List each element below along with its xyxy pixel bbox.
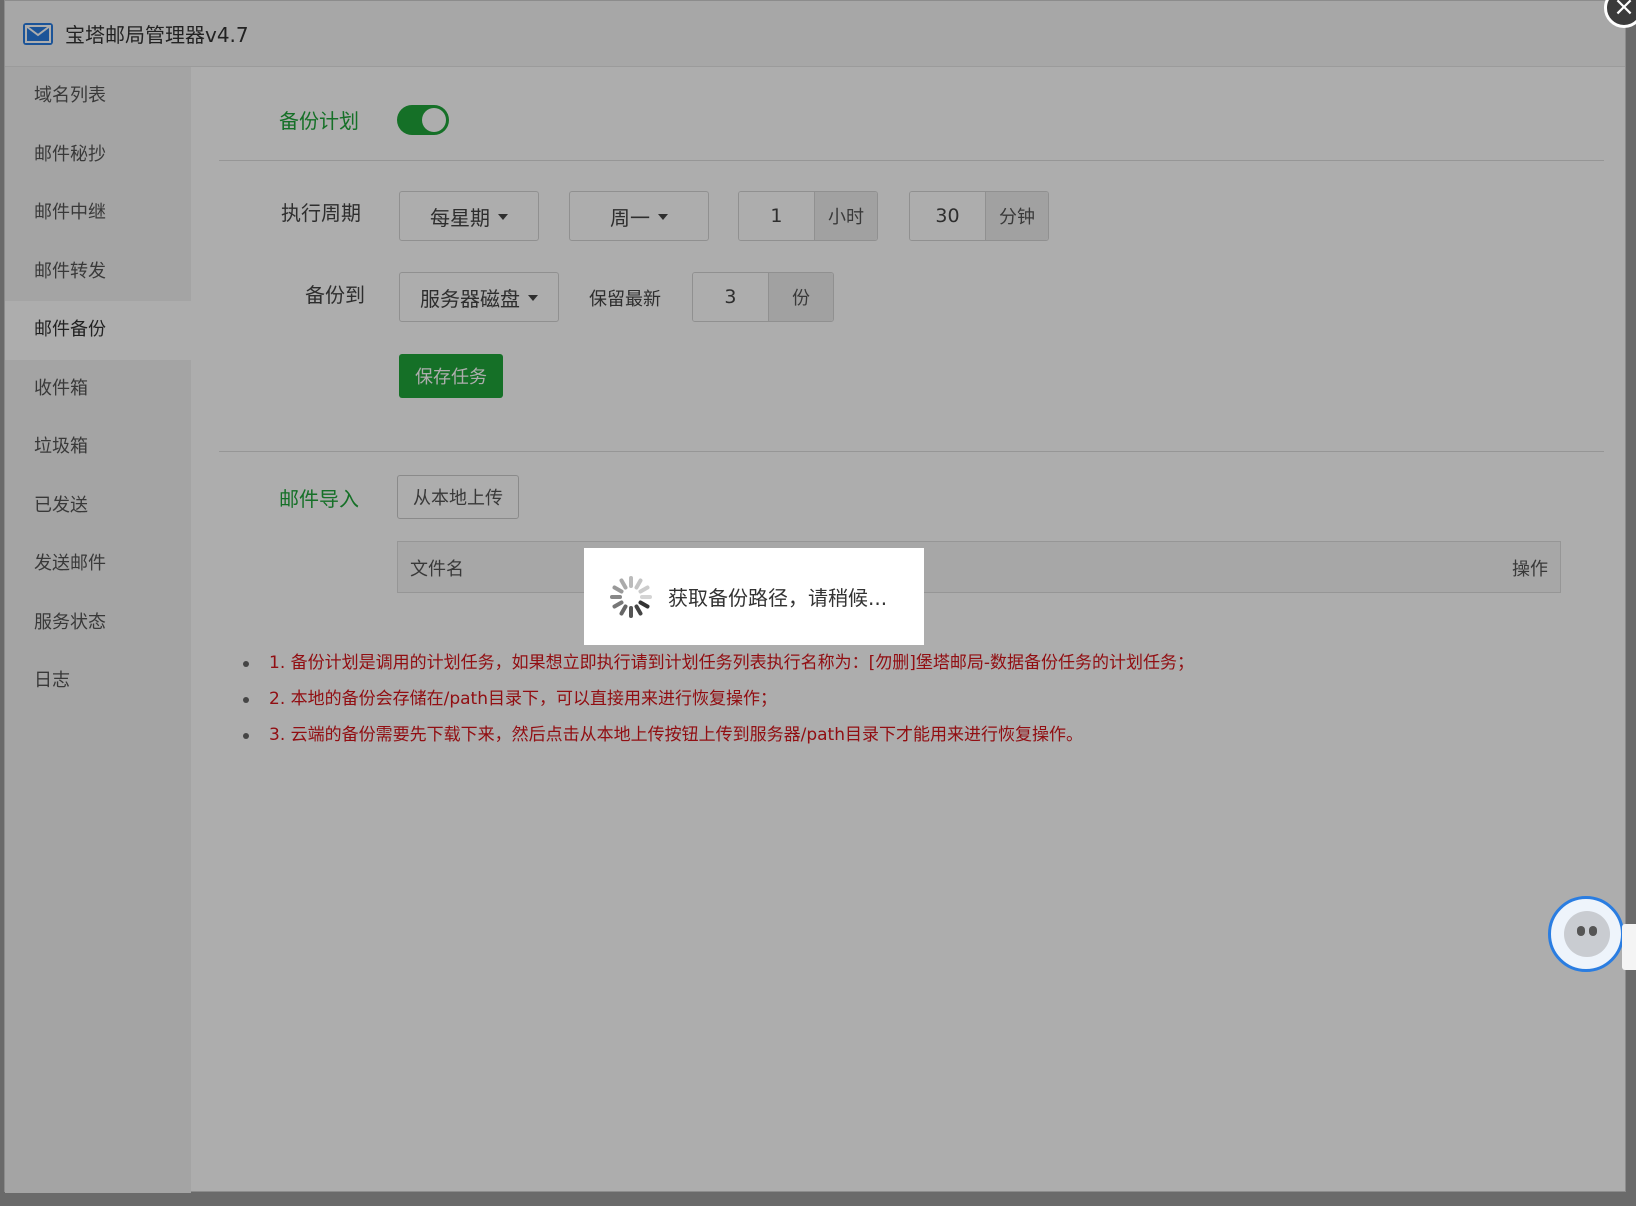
help-side-tab[interactable] [1622, 924, 1636, 970]
loading-text: 获取备份路径，请稍候... [668, 586, 888, 610]
help-bot-icon[interactable] [1548, 896, 1624, 972]
bot-face [1564, 911, 1610, 957]
spinner-icon [610, 575, 652, 618]
bot-eye [1577, 926, 1585, 936]
bot-eye [1589, 926, 1597, 936]
loading-dialog: 获取备份路径，请稍候... [584, 548, 924, 645]
